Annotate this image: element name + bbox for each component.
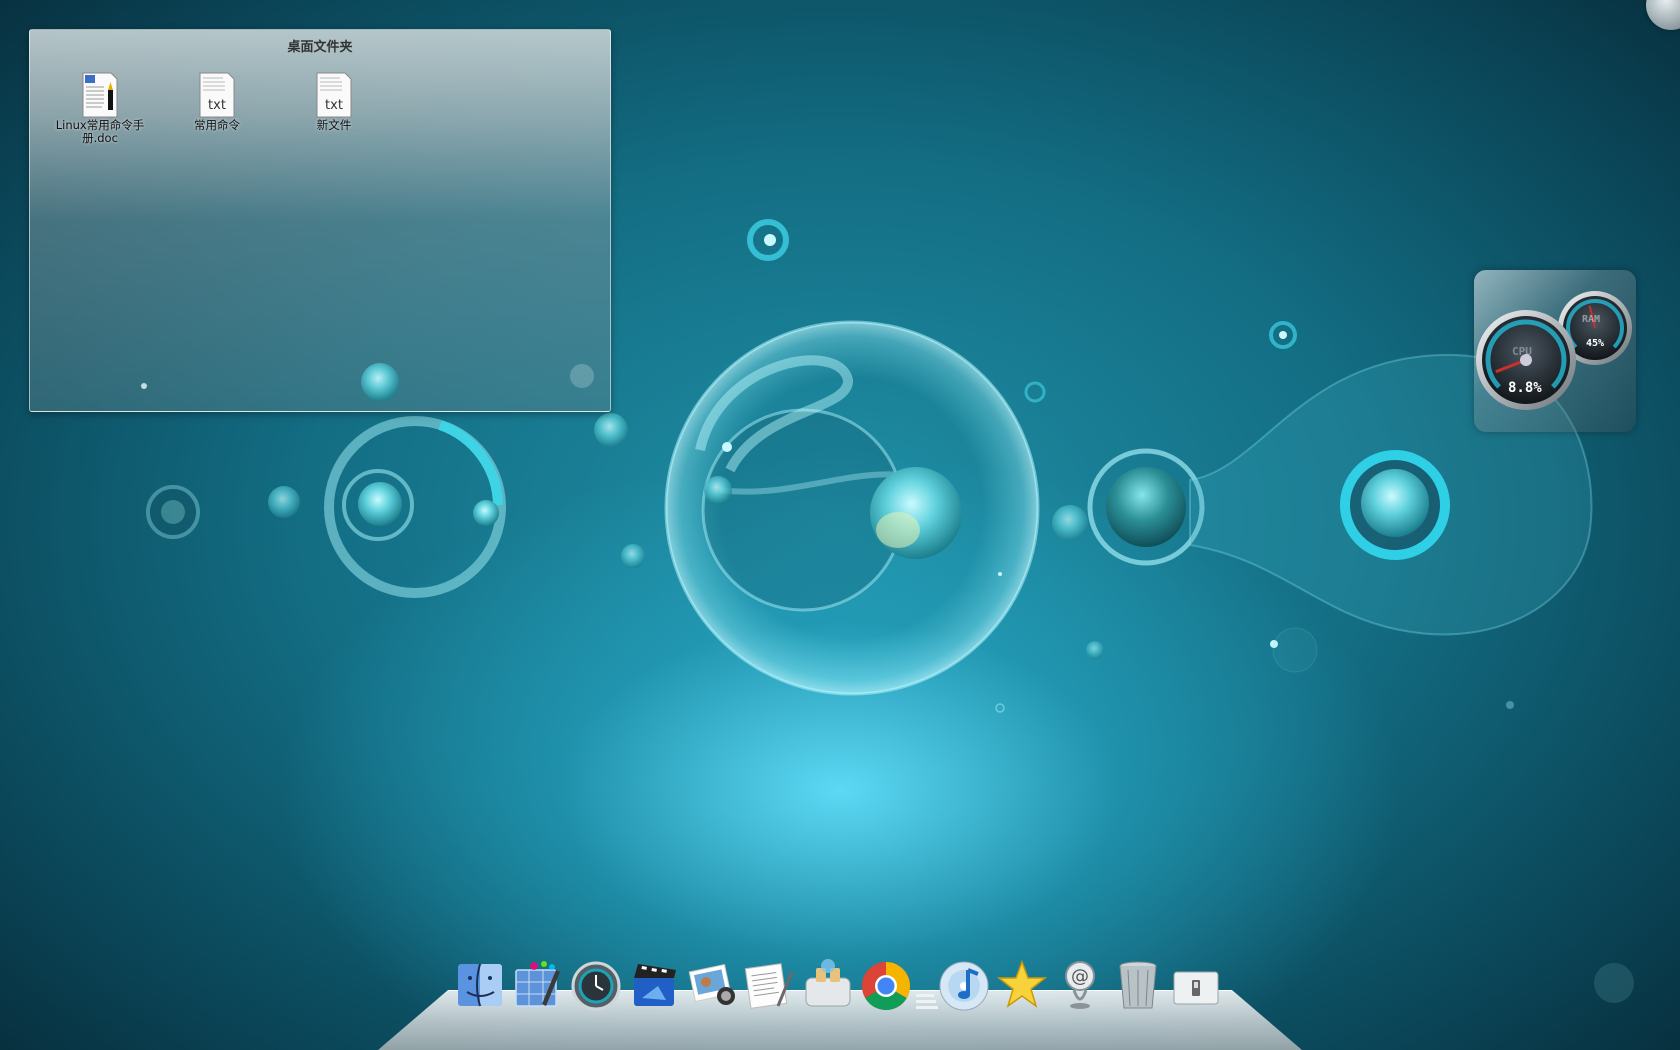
file-label-new-file: 新文件: [316, 118, 352, 132]
textedit-icon: [744, 963, 794, 1009]
dock-separator: [912, 958, 940, 1012]
dock-item-imovie[interactable]: [628, 958, 680, 1012]
mail-icon: @: [1065, 961, 1095, 1009]
monitor-gauges: [1476, 291, 1632, 410]
dock-item-mail[interactable]: @: [1054, 958, 1106, 1012]
file-item-new-file[interactable]: txt 新文件: [282, 72, 386, 132]
dock-item-dashboard[interactable]: [512, 958, 564, 1012]
dock-item-textedit[interactable]: [744, 958, 796, 1012]
svg-text:@: @: [1071, 966, 1089, 987]
dock-item-finder[interactable]: [454, 958, 506, 1012]
ram-label: RAM: [1582, 314, 1601, 325]
txt-icon: txt: [199, 72, 235, 118]
file-item-common-commands[interactable]: txt 常用命令: [165, 72, 269, 132]
dock-item-switch[interactable]: [1170, 958, 1222, 1012]
star-icon: [996, 959, 1048, 1008]
txt-badge: txt: [325, 98, 343, 113]
dashboard-icon: [515, 961, 560, 1007]
itunes-icon: [939, 961, 989, 1011]
dock-item-time-machine[interactable]: [570, 958, 622, 1012]
dock-item-itunes[interactable]: [938, 958, 990, 1012]
trash-icon: [1119, 961, 1157, 1009]
dock-item-toaster[interactable]: [802, 958, 854, 1012]
desktop: 桌面文件夹 Linux常用命令手册.doc txt 常用命令 txt 新文件 R…: [0, 0, 1680, 1050]
iphoto-icon: [688, 963, 735, 1005]
cpu-value: 8.8%: [1508, 380, 1542, 396]
cpu-label: CPU: [1512, 345, 1532, 358]
dock-item-favorites[interactable]: [996, 958, 1048, 1012]
file-item-doc[interactable]: Linux常用命令手册.doc: [48, 72, 152, 145]
desktop-folder-view: 桌面文件夹 Linux常用命令手册.doc txt 常用命令 txt 新文件: [29, 29, 611, 412]
dock-item-iphoto[interactable]: [686, 958, 738, 1012]
dock-item-chrome[interactable]: [860, 958, 912, 1012]
dock-item-trash[interactable]: [1112, 958, 1164, 1012]
file-label-common-commands: 常用命令: [194, 118, 240, 132]
doc-icon: [82, 72, 118, 118]
txt-icon: txt: [316, 72, 352, 118]
time-machine-icon: [571, 961, 621, 1011]
finder-icon: [458, 963, 502, 1007]
switch-icon: [1173, 971, 1219, 1005]
imovie-icon: [634, 964, 676, 1006]
txt-badge: txt: [208, 98, 226, 113]
toaster-icon: [805, 959, 851, 1007]
file-label-doc: Linux常用命令手册.doc: [55, 118, 145, 145]
ram-value: 45%: [1586, 338, 1605, 349]
chrome-icon: [861, 962, 911, 1011]
system-monitor-widget[interactable]: RAM 45% CPU 8.8%: [1474, 270, 1636, 432]
stack-separator-icon: [916, 994, 938, 1009]
